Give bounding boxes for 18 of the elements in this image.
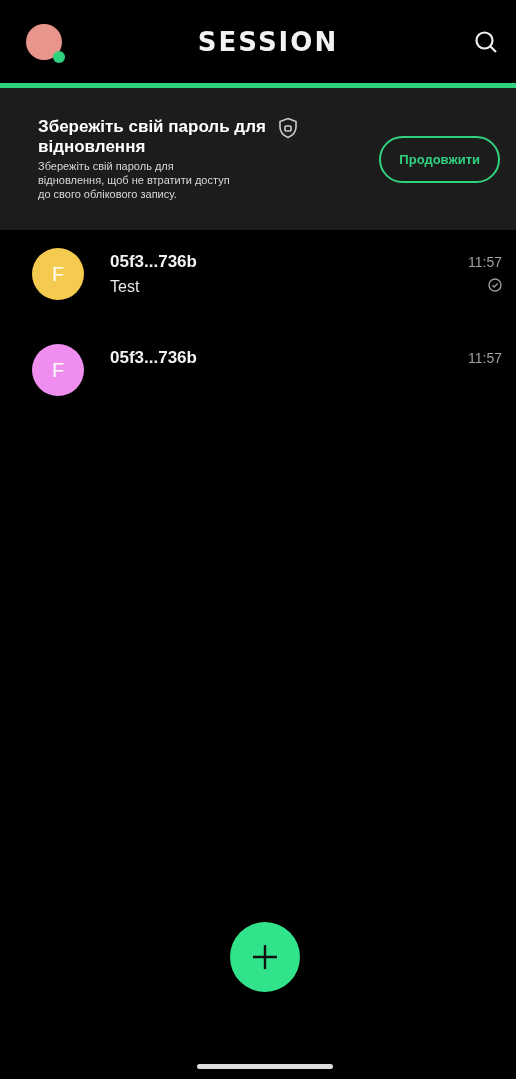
message-time: 11:57 [468, 254, 502, 270]
search-icon[interactable] [474, 29, 498, 54]
contact-avatar[interactable]: F [32, 248, 84, 300]
message-time: 11:57 [468, 350, 502, 366]
message-preview: Test [110, 278, 141, 296]
avatar-letter: F [51, 358, 65, 382]
banner-text: Збережіть свій пароль для відновлення, щоб не втратити доступ до свого облікового запису. [38, 159, 231, 201]
avatar-letter: F [51, 262, 65, 286]
contact-name: 05f3...736b [110, 348, 198, 368]
online-dot [53, 50, 65, 63]
profile-avatar[interactable] [26, 23, 62, 60]
plus-icon [252, 944, 278, 970]
contact-avatar[interactable]: F [32, 344, 84, 396]
contact-name: 05f3...736b [110, 252, 198, 272]
continue-button[interactable]: Продовжити [379, 135, 500, 183]
app-title: SESSION [197, 26, 339, 57]
banner-title: Збережіть свій пароль для відновлення [38, 117, 267, 157]
shield-icon [278, 117, 298, 139]
